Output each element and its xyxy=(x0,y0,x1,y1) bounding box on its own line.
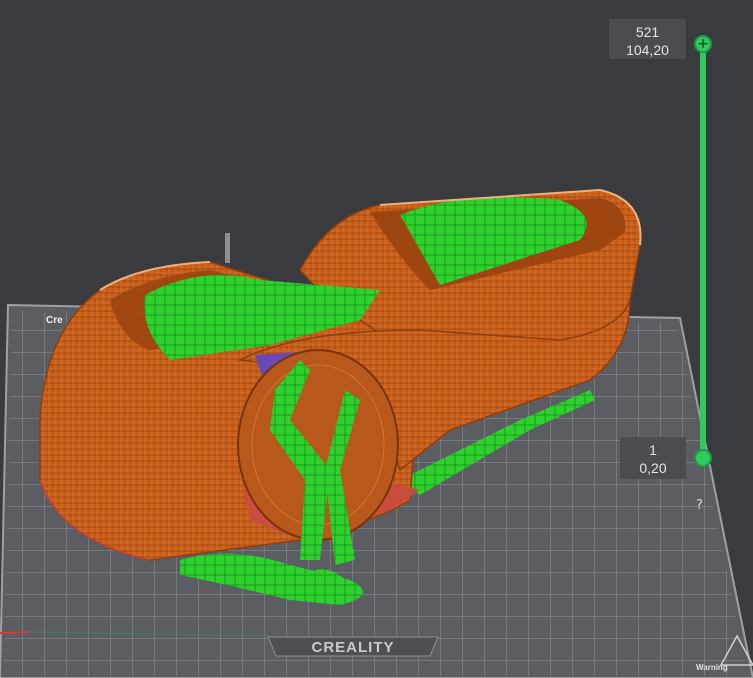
bed-corner-label: Cre xyxy=(46,315,63,326)
top-layer-height: 104,20 xyxy=(626,42,669,58)
bottom-layer-handle[interactable] xyxy=(694,449,712,467)
brand-logo: CREALITY xyxy=(312,639,395,656)
plus-icon: + xyxy=(697,36,709,52)
top-layer-handle[interactable]: + xyxy=(694,35,712,53)
top-layer-number: 521 xyxy=(635,24,660,40)
top-layer-readout: 521 104,20 xyxy=(609,19,686,59)
bottom-layer-readout: 1 0,20 xyxy=(620,437,686,479)
help-button[interactable]: ? xyxy=(696,498,703,513)
x-axis-indicator xyxy=(0,631,31,634)
bottom-layer-height: 0,20 xyxy=(639,460,667,476)
layer-slider-track[interactable] xyxy=(700,42,706,458)
nozzle-icon xyxy=(225,233,230,263)
bottom-layer-number: 1 xyxy=(649,442,657,458)
3d-viewport[interactable]: Cre CREALITY Warning xyxy=(0,0,753,678)
